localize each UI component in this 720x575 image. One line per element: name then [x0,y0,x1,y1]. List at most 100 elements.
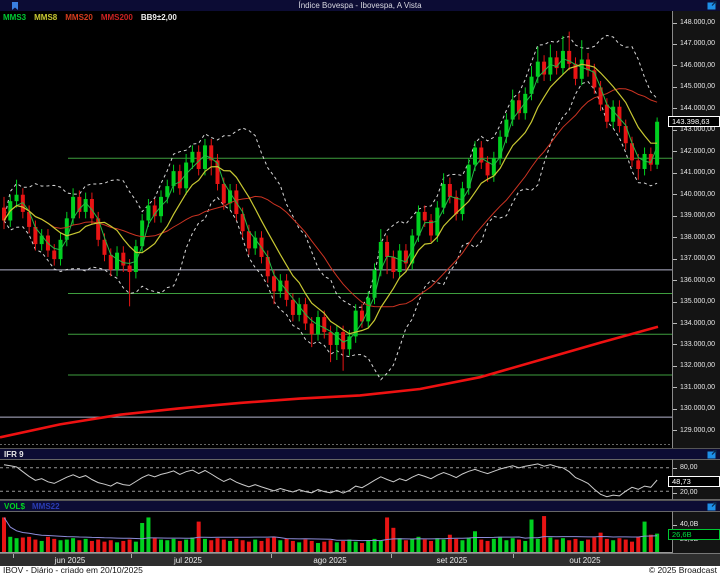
volume-bar [429,541,433,552]
price-tick-label: 131.000,00 [680,384,715,392]
volume-bar [297,542,301,552]
volume-bar [285,539,289,552]
volume-chart[interactable] [0,511,672,553]
volume-bar [617,538,621,552]
volume-bar [121,541,125,552]
volume-bar [454,539,458,552]
volume-bar [442,540,446,552]
price-tick-label: 140.000,00 [680,191,715,199]
price-tick-label: 148.000,00 [680,19,715,27]
volume-bar [410,539,414,552]
volume-bar [611,540,615,552]
volume-bar [146,517,150,552]
candle-body [398,251,402,272]
price-tick-label: 143.000,00 [680,126,715,134]
price-tick-label: 133.000,00 [680,341,715,349]
volume-bar [33,540,37,552]
volume-bar [128,540,132,552]
volume-bar [184,540,188,552]
volume-bar [165,540,169,552]
volume-open-external-icon[interactable] [707,502,717,511]
volume-bar [140,523,144,552]
candle-body [146,205,150,220]
candle-body [247,231,251,248]
volume-bar [649,535,653,552]
legend-item-mms8: MMS8 [34,13,57,22]
ifr-axis-bottom: 20,00 [680,489,698,497]
legend-item-bb9200: BB9±2,00 [141,13,177,22]
candle-body [291,300,295,315]
volume-bar [504,540,508,552]
volume-bar [159,540,163,552]
volume-bar [241,540,245,552]
candle-body [423,212,427,221]
vol-mms22-line [4,518,657,541]
month-tick [13,554,14,558]
month-label: ago 2025 [313,556,346,565]
volume-bar [341,541,345,552]
price-tick-label: 137.000,00 [680,255,715,263]
candle-body [190,152,194,163]
volume-bar [203,539,207,552]
volume-bar [624,540,628,552]
candle-body [473,148,477,165]
volume-bar [530,520,534,552]
price-tick [673,237,677,238]
volume-bar [360,543,364,552]
volume-bar [247,542,251,552]
candle-body [71,197,75,218]
volume-bar [586,540,590,552]
price-tick [673,194,677,195]
ifr-axis: 80,00 20,00 48,73 [672,459,720,500]
candle-body [536,62,540,77]
price-tick-label: 135.000,00 [680,298,715,306]
candle-body [486,163,490,176]
volume-bar [322,542,326,552]
volume-bar [479,540,483,552]
legend-item-mms3: MMS3 [3,13,26,22]
volume-bar [15,538,19,552]
candle-body [442,184,446,208]
volume-bar [580,541,584,552]
month-tick [131,554,132,558]
volume-bar [109,540,113,552]
ifr-open-external-icon[interactable] [707,450,717,459]
month-label: out 2025 [569,556,600,565]
candle-body [15,195,19,201]
candle-body [109,255,113,270]
candle-body [580,60,584,79]
volume-bar [209,540,213,552]
legend-item-mms200: MMS200 [101,13,133,22]
ifr-chart[interactable] [0,459,672,500]
candle-body [373,270,377,298]
price-tick [673,280,677,281]
price-tick [673,259,677,260]
candle-body [460,188,464,214]
volume-panel-header: VOL$ MMS22 [0,500,720,511]
open-external-icon[interactable] [707,1,717,10]
volume-bar [567,540,571,552]
candle-body [385,242,389,257]
volume-chart-canvas [0,512,672,553]
volume-bar [2,517,6,552]
candle-body [379,242,383,270]
volume-axis: 40,0B 20,0B 26,6B [672,511,720,553]
volume-bar [40,541,44,552]
price-tick [673,173,677,174]
mms20-line [4,89,657,307]
volume-bar [379,541,383,552]
volume-bar [523,541,527,552]
volume-bar [423,540,427,552]
price-chart[interactable] [0,11,672,448]
volume-bar [573,539,577,552]
price-tick-label: 144.000,00 [680,105,715,113]
volume-bar [636,537,640,552]
ifr-line [4,464,657,497]
volume-bar [96,540,100,552]
volume-bar [222,540,226,552]
trading-chart-window: Índice Bovespa - Ibovespa, A Vista MMS3M… [0,0,720,575]
ifr-chart-canvas [0,460,672,499]
price-chart-canvas [0,11,672,448]
volume-bar [234,539,238,552]
price-tick [673,344,677,345]
